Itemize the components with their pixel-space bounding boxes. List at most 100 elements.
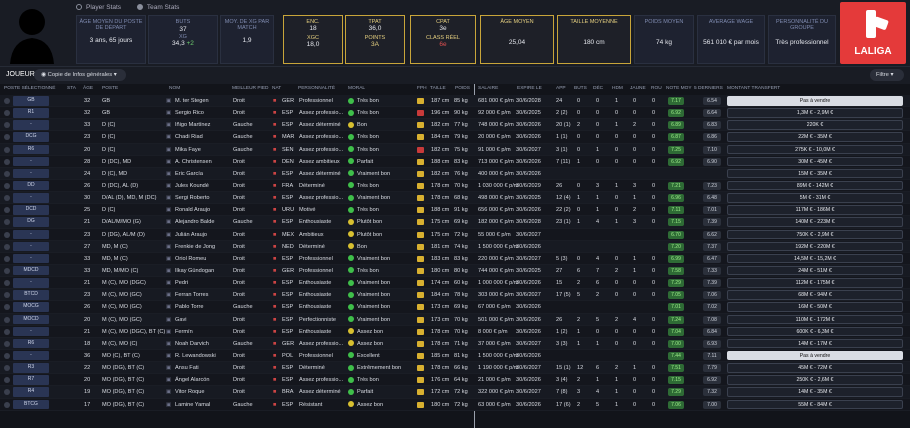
- col-selected-position[interactable]: POSTE SÉLECTIONNÉ: [4, 86, 55, 91]
- col-expiry[interactable]: EXPIRE LE: [517, 86, 542, 91]
- col-salary[interactable]: SALAIRE: [478, 86, 498, 91]
- select-radio-icon[interactable]: [4, 292, 10, 299]
- select-radio-icon[interactable]: [4, 340, 10, 347]
- transfer-value-field[interactable]: 14,5M € - 15,2M €: [727, 253, 903, 264]
- transfer-value-field[interactable]: 14M € - 35M €: [727, 387, 903, 397]
- select-radio-icon[interactable]: [4, 182, 10, 189]
- select-radio-icon[interactable]: [4, 280, 10, 287]
- col-weight[interactable]: POIDS: [455, 86, 470, 91]
- col-position[interactable]: POSTE: [102, 86, 118, 91]
- select-radio-icon[interactable]: [4, 219, 10, 226]
- table-row[interactable]: - 21 M (C), MO (DGC) ▣ Pedri Droit ■ ESP…: [0, 277, 910, 290]
- col-assists[interactable]: DÉC: [593, 86, 603, 91]
- table-row[interactable]: DCG 23 D (C) ▣ Chadi Riad Gauche ■ MAR A…: [0, 131, 910, 144]
- player-name-link[interactable]: Eric García: [175, 171, 203, 177]
- select-radio-icon[interactable]: [4, 401, 10, 408]
- col-fph[interactable]: FPH: [417, 86, 427, 91]
- selected-position-dropdown[interactable]: -: [13, 326, 49, 337]
- select-radio-icon[interactable]: [4, 231, 10, 238]
- transfer-value-field[interactable]: 192M € - 220M €: [727, 241, 903, 252]
- tab-team-stats[interactable]: Team Stats: [136, 4, 179, 11]
- player-name-link[interactable]: Lamine Yamal: [175, 402, 210, 408]
- view-dropdown[interactable]: ◉ Copie de Infos générales ▾: [34, 69, 126, 81]
- select-radio-icon[interactable]: [4, 328, 10, 335]
- transfer-value-field[interactable]: 275K € - 10,0M €: [727, 144, 903, 155]
- col-sta[interactable]: STA: [67, 86, 76, 91]
- table-row[interactable]: - 33 MD, M (C) ▣ Oriol Romeu Droit ■ ESP…: [0, 252, 910, 265]
- selected-position-dropdown[interactable]: -: [13, 350, 49, 361]
- filter-button[interactable]: Filtre ▾: [870, 69, 904, 81]
- select-radio-icon[interactable]: [4, 377, 10, 384]
- transfer-value-field[interactable]: 1,3M € - 2,9M €: [727, 108, 903, 118]
- col-age[interactable]: ÂGE: [83, 86, 93, 91]
- table-row[interactable]: R6 18 M (C), MO (C) ▣ Noah Darvich Gauch…: [0, 337, 910, 350]
- table-row[interactable]: MOCD 20 M (C), MO (GC) ▣ Gavi Droit ■ ES…: [0, 313, 910, 326]
- col-avg-rating[interactable]: NOTE MOY: [666, 86, 692, 91]
- transfer-value-field[interactable]: 112M € - 175M €: [727, 278, 903, 288]
- transfer-value-field[interactable]: 750K € - 2,9M €: [727, 229, 903, 240]
- transfer-value-field[interactable]: 14M € - 17M €: [727, 338, 903, 349]
- player-name-link[interactable]: R. Lewandowski: [175, 353, 216, 359]
- player-name-link[interactable]: Pedri: [175, 280, 188, 286]
- transfer-value-field[interactable]: 68M € - 94M €: [727, 290, 903, 300]
- selected-position-dropdown[interactable]: -: [13, 168, 49, 179]
- table-row[interactable]: - 28 D (DC), MD ▣ A. Christensen Droit ■…: [0, 155, 910, 168]
- col-yellow[interactable]: JAUNE: [630, 86, 646, 91]
- transfer-value-field[interactable]: Pas à vendre: [727, 350, 903, 361]
- transfer-value-field[interactable]: 220K €: [727, 120, 903, 130]
- select-radio-icon[interactable]: [4, 304, 10, 311]
- col-last5[interactable]: 5 DERNIERS: [694, 86, 723, 91]
- selected-position-dropdown[interactable]: -: [13, 120, 49, 130]
- player-name-link[interactable]: Mika Faye: [175, 147, 201, 153]
- col-personality[interactable]: PERSONNALITÉ: [298, 86, 335, 91]
- table-row[interactable]: BTCD 23 M (C), MO (GC) ▣ Ferran Torres D…: [0, 289, 910, 302]
- table-row[interactable]: - 24 D (C), MD ▣ Eric García Droit ■ ESP…: [0, 167, 910, 180]
- select-radio-icon[interactable]: [4, 195, 10, 202]
- player-name-link[interactable]: Frenkie de Jong: [175, 244, 215, 250]
- selected-position-dropdown[interactable]: -: [13, 278, 49, 288]
- selected-position-dropdown[interactable]: GB: [13, 96, 49, 106]
- player-name-link[interactable]: Ansu Fati: [175, 365, 199, 371]
- selected-position-dropdown[interactable]: -: [13, 156, 49, 167]
- selected-position-dropdown[interactable]: DD: [13, 180, 49, 191]
- selected-position-dropdown[interactable]: DCD: [13, 205, 49, 215]
- select-radio-icon[interactable]: [4, 98, 10, 104]
- player-name-link[interactable]: Fermín: [175, 329, 193, 335]
- transfer-value-field[interactable]: 16M € - 50M €: [727, 302, 903, 312]
- col-nat[interactable]: NAT: [272, 86, 281, 91]
- transfer-value-field[interactable]: 89M € - 142M €: [727, 180, 903, 191]
- selected-position-dropdown[interactable]: R6: [13, 144, 49, 155]
- select-radio-icon[interactable]: [4, 122, 10, 129]
- col-height[interactable]: TAILLE: [430, 86, 446, 91]
- transfer-value-field[interactable]: 45M € - 72M €: [727, 363, 903, 373]
- selected-position-dropdown[interactable]: R6: [13, 338, 49, 349]
- select-radio-icon[interactable]: [4, 110, 10, 117]
- select-radio-icon[interactable]: [4, 207, 10, 214]
- selected-position-dropdown[interactable]: DCG: [13, 132, 49, 142]
- select-radio-icon[interactable]: [4, 352, 10, 359]
- player-name-link[interactable]: Alejandro Balde: [175, 219, 215, 225]
- select-radio-icon[interactable]: [4, 365, 10, 372]
- select-radio-icon[interactable]: [4, 134, 10, 141]
- player-name-link[interactable]: Ángel Alarcón: [175, 377, 210, 383]
- selected-position-dropdown[interactable]: DG: [13, 217, 49, 227]
- select-radio-icon[interactable]: [4, 316, 10, 323]
- col-goals[interactable]: BUTS: [574, 86, 587, 91]
- transfer-value-field[interactable]: 117M € - 186M €: [727, 205, 903, 215]
- table-row[interactable]: R7 20 MO (DG), BT (C) ▣ Ángel Alarcón Dr…: [0, 374, 910, 387]
- table-row[interactable]: R6 20 D (C) ▣ Mika Faye Gauche ■ SEN Ass…: [0, 143, 910, 156]
- player-name-link[interactable]: Sergio Rico: [175, 110, 204, 116]
- select-radio-icon[interactable]: [4, 158, 10, 165]
- player-name-link[interactable]: A. Christensen: [175, 159, 212, 165]
- player-name-link[interactable]: Ilkay Gündogan: [175, 268, 214, 274]
- transfer-value-field[interactable]: 110M € - 172M €: [727, 314, 903, 325]
- select-radio-icon[interactable]: [4, 389, 10, 396]
- selected-position-dropdown[interactable]: R4: [13, 387, 49, 397]
- selected-position-dropdown[interactable]: -: [13, 241, 49, 252]
- selected-position-dropdown[interactable]: -: [13, 193, 49, 203]
- table-row[interactable]: - 23 D (DG), AL/M (D) ▣ Julián Araujo Dr…: [0, 228, 910, 241]
- transfer-value-field[interactable]: 140M € - 223M €: [727, 217, 903, 227]
- selected-position-dropdown[interactable]: MOCD: [13, 314, 49, 325]
- selected-position-dropdown[interactable]: MOCG: [13, 302, 49, 312]
- table-row[interactable]: - 27 MD, M (C) ▣ Frenkie de Jong Droit ■…: [0, 240, 910, 253]
